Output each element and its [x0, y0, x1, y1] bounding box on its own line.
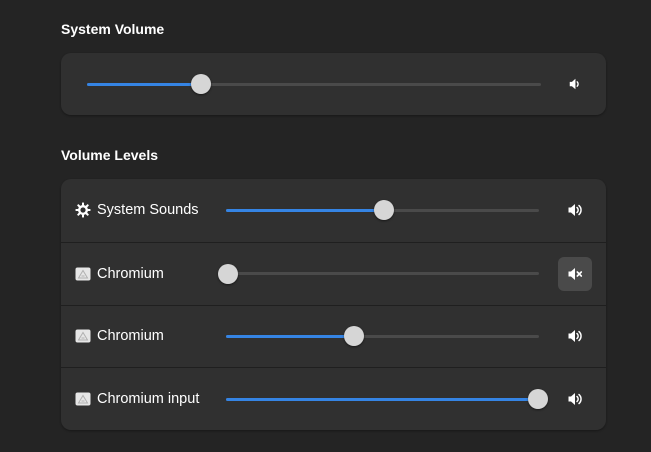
slider-knob[interactable]	[344, 326, 365, 347]
audio-volume-muted-icon[interactable]	[558, 256, 592, 291]
volume-row-label: Chromium input	[97, 391, 200, 408]
chromium-input-volume-slider[interactable]	[226, 388, 548, 410]
volume-row-chromium: Chromium	[61, 304, 606, 368]
system-volume-speaker-icon[interactable]	[562, 71, 588, 97]
slider-knob[interactable]	[374, 200, 395, 221]
slider-fill	[226, 397, 538, 401]
app-window-icon	[75, 391, 91, 407]
volume-row-system-sounds: System Sounds	[61, 179, 606, 242]
volume-row-chromium-input: Chromium input	[61, 367, 606, 430]
audio-volume-high-icon[interactable]	[558, 193, 592, 227]
volume-row-chromium: Chromium	[61, 241, 606, 305]
slider-knob[interactable]	[528, 389, 548, 410]
volume-levels-card: System Sounds Chromium Chromium Chromium…	[61, 179, 606, 430]
chromium-volume-slider[interactable]	[218, 263, 539, 285]
system-volume-slider[interactable]	[87, 73, 541, 95]
slider-fill	[226, 334, 355, 338]
audio-volume-high-icon[interactable]	[558, 382, 592, 416]
app-window-icon	[75, 266, 91, 282]
audio-volume-high-icon[interactable]	[558, 319, 592, 353]
slider-knob[interactable]	[190, 74, 211, 94]
volume-levels-heading: Volume Levels	[61, 147, 159, 163]
gear-icon	[75, 202, 91, 218]
app-window-icon	[75, 328, 91, 344]
slider-fill	[226, 208, 385, 212]
slider-fill	[87, 82, 201, 86]
system-volume-card	[61, 53, 606, 115]
system-volume-heading: System Volume	[61, 21, 165, 37]
slider-knob[interactable]	[218, 263, 238, 284]
sound-settings-page: System Volume Volume Levels System Sound…	[0, 0, 651, 452]
system-sounds-volume-slider[interactable]	[226, 199, 539, 221]
volume-row-label: Chromium	[97, 265, 164, 282]
slider-track	[228, 272, 539, 276]
system-volume-row	[61, 53, 606, 115]
volume-row-label: Chromium	[97, 328, 164, 345]
volume-row-label: System Sounds	[97, 202, 199, 219]
chromium-volume-slider[interactable]	[226, 325, 539, 347]
